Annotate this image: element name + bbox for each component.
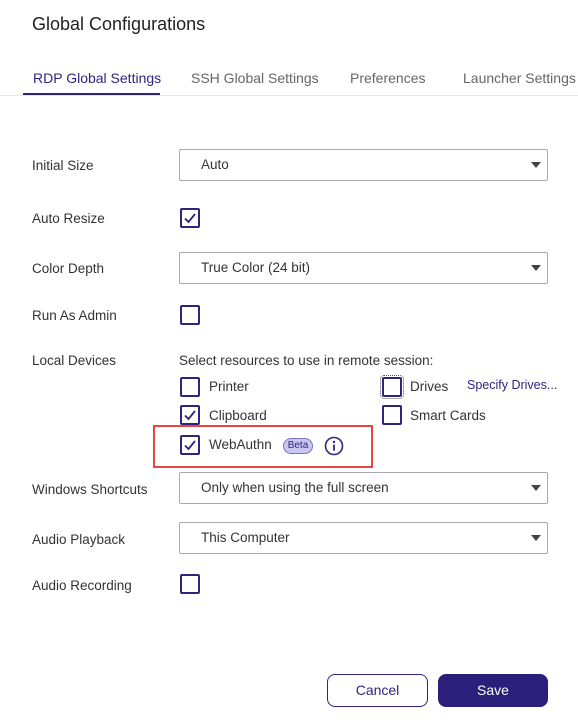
auto-resize-label: Auto Resize [32, 211, 105, 226]
tab-rdp-global-settings[interactable]: RDP Global Settings [33, 70, 161, 86]
drives-label: Drives [410, 379, 449, 394]
check-icon [184, 213, 196, 224]
clipboard-checkbox[interactable] [180, 405, 200, 425]
local-devices-label: Local Devices [32, 353, 117, 368]
clipboard-label: Clipboard [209, 408, 267, 423]
local-devices-hint: Select resources to use in remote sessio… [179, 353, 434, 368]
save-button[interactable]: Save [438, 674, 548, 707]
specify-drives-link[interactable]: Specify Drives... [467, 378, 557, 392]
windows-shortcuts-value: Only when using the full screen [201, 480, 389, 495]
audio-playback-select[interactable]: This Computer [179, 522, 548, 554]
chevron-down-icon [531, 162, 541, 168]
audio-playback-label: Audio Playback [32, 532, 126, 547]
page-title: Global Configurations [32, 14, 206, 34]
chevron-down-icon [531, 265, 541, 271]
tab-ssh-global-settings[interactable]: SSH Global Settings [191, 70, 319, 86]
windows-shortcuts-select[interactable]: Only when using the full screen [179, 472, 548, 504]
audio-recording-checkbox[interactable] [180, 574, 200, 594]
tab-launcher-settings[interactable]: Launcher Settings [463, 70, 576, 86]
initial-size-select[interactable]: Auto [179, 149, 548, 181]
smart-cards-label: Smart Cards [410, 408, 486, 423]
auto-resize-checkbox[interactable] [180, 208, 200, 228]
run-as-admin-checkbox[interactable] [180, 305, 200, 325]
cancel-button[interactable]: Cancel [327, 674, 428, 707]
color-depth-select[interactable]: True Color (24 bit) [179, 252, 548, 284]
color-depth-label: Color Depth [32, 261, 105, 276]
active-tab-indicator [23, 93, 160, 95]
audio-recording-label: Audio Recording [32, 578, 132, 593]
audio-playback-value: This Computer [201, 530, 290, 545]
printer-checkbox[interactable] [180, 377, 200, 397]
tab-bar: RDP Global Settings SSH Global Settings … [0, 64, 578, 96]
check-icon [184, 410, 196, 421]
chevron-down-icon [531, 485, 541, 491]
run-as-admin-label: Run As Admin [32, 308, 117, 323]
printer-label: Printer [209, 379, 249, 394]
webauthn-highlight-box [153, 425, 373, 468]
smart-cards-checkbox[interactable] [382, 405, 402, 425]
initial-size-label: Initial Size [32, 158, 94, 173]
tab-preferences[interactable]: Preferences [350, 70, 425, 86]
initial-size-value: Auto [201, 157, 229, 172]
drives-checkbox[interactable] [380, 375, 404, 399]
chevron-down-icon [531, 535, 541, 541]
color-depth-value: True Color (24 bit) [201, 260, 311, 275]
windows-shortcuts-label: Windows Shortcuts [32, 482, 148, 497]
